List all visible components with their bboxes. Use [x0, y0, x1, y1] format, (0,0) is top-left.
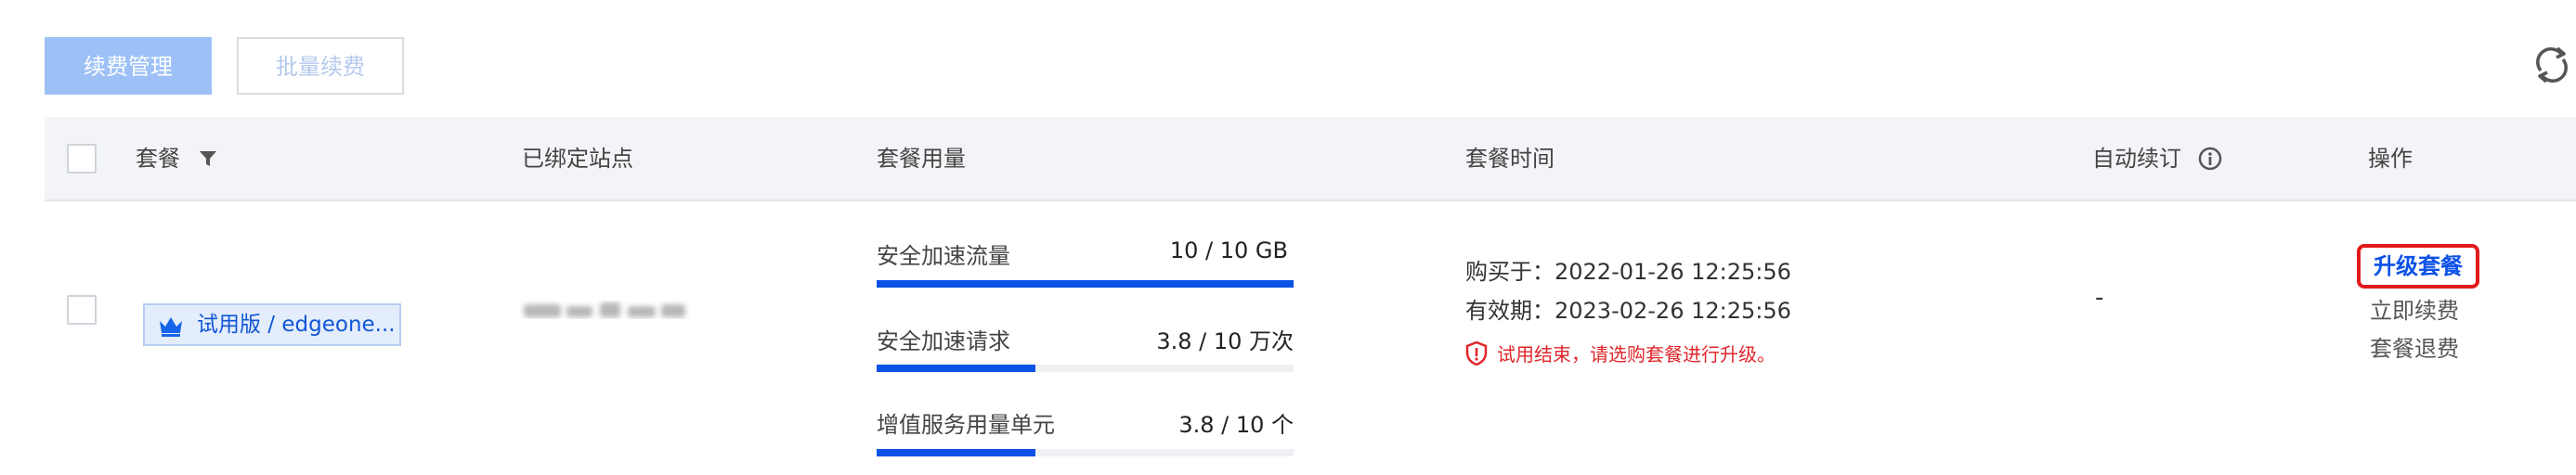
filter-icon[interactable]: [199, 119, 217, 202]
usage-value: 10 / 10 GB: [1169, 238, 1288, 263]
header-usage: 套餐用量: [877, 146, 966, 172]
table-header: 套餐 已绑定站点 套餐用量 套餐时间 自动续订 操作: [45, 117, 2576, 200]
usage-progress-bar: [877, 449, 1294, 456]
usage-value: 3.8 / 10 个: [1178, 412, 1294, 438]
usage-label: 安全加速请求: [877, 328, 1010, 354]
batch-renew-button[interactable]: 批量续费: [237, 37, 404, 95]
usage-value: 3.8 / 10 万次: [1156, 328, 1294, 354]
valid-until-date: 有效期：2023-02-26 12:25:56: [1465, 298, 1791, 324]
usage-label: 增值服务用量单元: [877, 412, 1055, 438]
renew-management-button[interactable]: 续费管理: [45, 37, 212, 95]
header-bound-sites: 已绑定站点: [522, 146, 633, 172]
refresh-icon[interactable]: [2533, 43, 2570, 87]
header-plan: 套餐: [136, 117, 217, 200]
renew-now-link[interactable]: 立即续费: [2370, 292, 2459, 325]
purchase-date: 购买于：2022-01-26 12:25:56: [1465, 259, 1791, 285]
plan-refund-link[interactable]: 套餐退费: [2370, 330, 2459, 363]
header-divider: [45, 199, 2576, 201]
header-actions: 操作: [2368, 146, 2413, 172]
bound-site-blurred: [520, 297, 691, 325]
shield-warning-icon: [1465, 340, 1488, 366]
usage-progress-fill: [877, 449, 1035, 456]
row-checkbox[interactable]: [67, 295, 97, 325]
header-auto-renew: 自动续订: [2092, 117, 2222, 200]
plan-tag[interactable]: 试用版 / edgeone...: [143, 303, 401, 346]
header-plan-time: 套餐时间: [1465, 146, 1555, 172]
select-all-checkbox[interactable]: [67, 144, 97, 173]
trial-ended-warning: 试用结束，请选购套餐进行升级。: [1465, 340, 1776, 366]
usage-progress-fill: [877, 365, 1035, 372]
usage-progress-bar: [877, 280, 1294, 288]
usage-progress-fill: [877, 280, 1294, 288]
auto-renew-value: -: [2095, 284, 2104, 312]
crown-icon: [158, 313, 184, 337]
usage-label: 安全加速流量: [877, 243, 1010, 269]
info-icon[interactable]: [2198, 122, 2222, 205]
usage-progress-bar: [877, 365, 1294, 372]
upgrade-plan-link[interactable]: 升级套餐: [2357, 244, 2479, 289]
